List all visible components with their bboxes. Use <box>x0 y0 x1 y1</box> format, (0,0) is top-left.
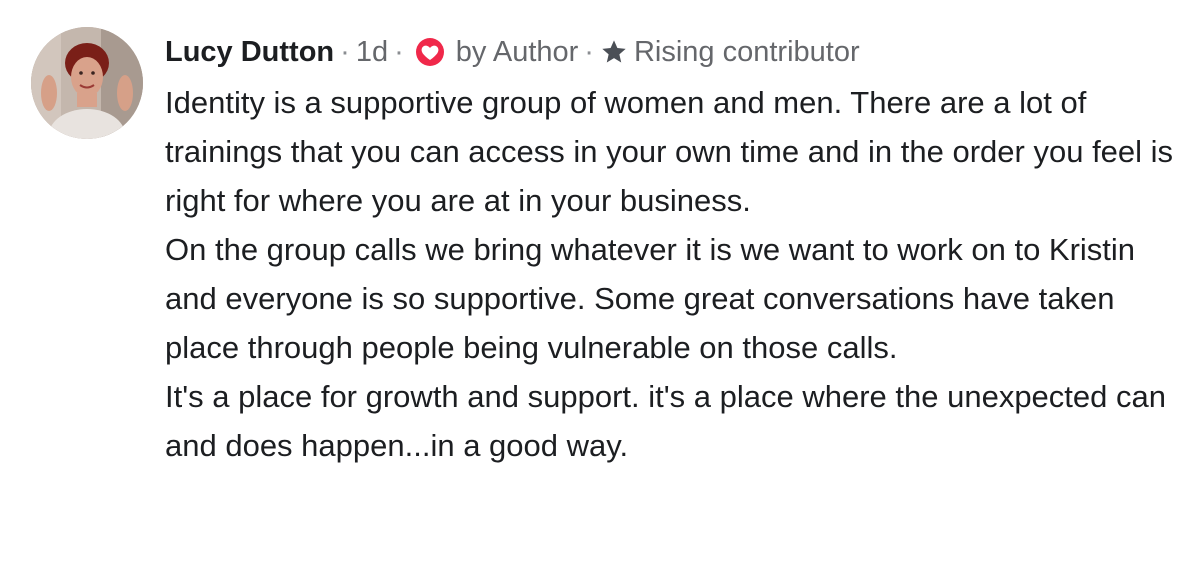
star-icon <box>600 38 628 66</box>
comment-paragraph: On the group calls we bring whatever it … <box>165 232 1136 365</box>
reaction-label: by Author <box>455 35 579 68</box>
separator: · <box>394 35 404 68</box>
comment-header: Lucy Dutton · 1d · by Author · Rising co… <box>165 30 860 74</box>
separator: · <box>584 35 594 68</box>
separator: · <box>340 35 350 68</box>
comment-paragraph: Identity is a supportive group of women … <box>165 85 1174 218</box>
comment-body: Identity is a supportive group of women … <box>165 78 1175 470</box>
comment: Lucy Dutton · 1d · by Author · Rising co… <box>0 0 1200 575</box>
badge-label[interactable]: Rising contributor <box>634 36 860 69</box>
timestamp[interactable]: 1d <box>356 36 388 69</box>
avatar-image <box>31 27 143 139</box>
comment-paragraph: It's a place for growth and support. it'… <box>165 379 1166 463</box>
avatar[interactable] <box>31 27 143 139</box>
heart-icon <box>412 34 448 70</box>
author-name[interactable]: Lucy Dutton <box>165 36 334 69</box>
